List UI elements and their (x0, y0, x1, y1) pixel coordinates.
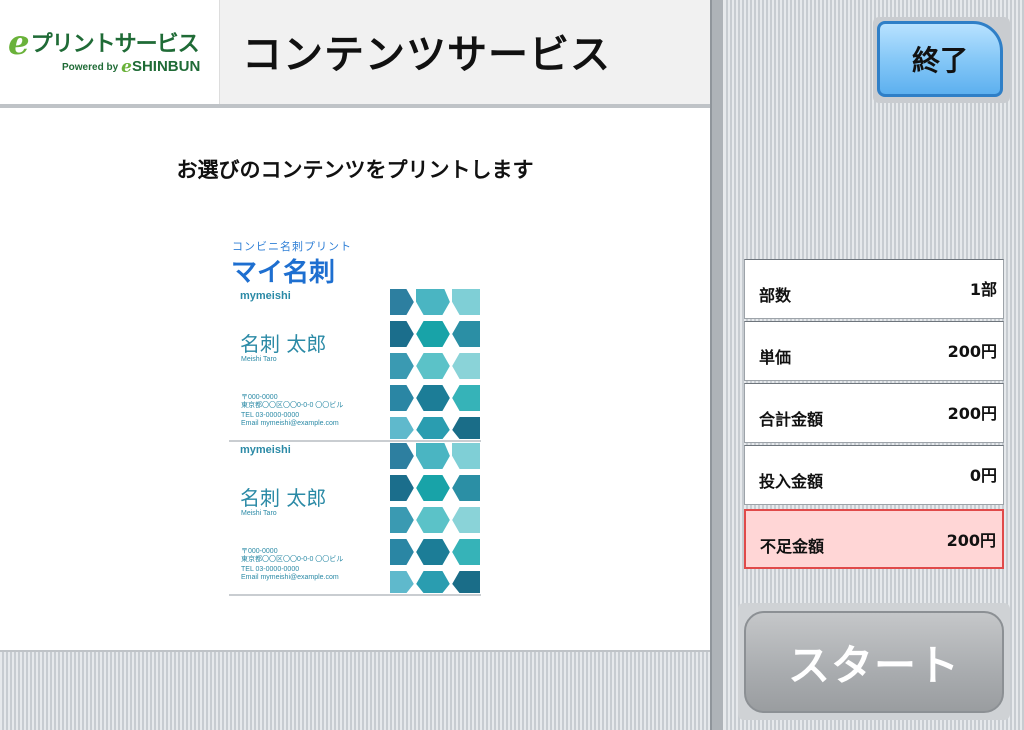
preview-title: マイ名刺 (231, 258, 336, 288)
shortage-amount-value: 200円 (946, 531, 996, 550)
card-tel: TEL 03-0000-0000 (241, 566, 300, 573)
logo-powered-by: Powered by e SHINBUN (62, 57, 201, 77)
total-amount-label: 合計金額 (759, 410, 824, 429)
card-brand: mymeishi (240, 444, 291, 456)
content-preview: コンビニ名刺プリント マイ名刺 mymeishi 名刺 太郎 Meishi Ta… (229, 238, 481, 596)
hexagon-pattern-icon (389, 442, 481, 594)
bottom-strip (0, 650, 710, 730)
card-email: Email mymeishi@example.com (241, 574, 339, 581)
end-button-frame: 終了 (873, 17, 1010, 103)
header-bar: コンテンツサービス (220, 0, 710, 104)
shortage-amount-label: 不足金額 (760, 537, 825, 556)
unit-price-row: 単価 200円 (744, 321, 1004, 381)
logo-brand: SHINBUN (131, 58, 201, 75)
card-name: 名刺 太郎 (240, 332, 327, 356)
main-content: お選びのコンテンツをプリントします コンビニ名刺プリント マイ名刺 mymeis… (0, 108, 710, 650)
card-address: 東京都〇〇区〇〇0-0-0 〇〇ビル (241, 402, 344, 409)
card-name-en: Meishi Taro (241, 510, 277, 517)
logo-e-mark-icon: e (8, 23, 30, 63)
total-amount-value: 200円 (947, 404, 997, 423)
shortage-amount-row: 不足金額 200円 (744, 509, 1004, 569)
card-tel: TEL 03-0000-0000 (241, 412, 300, 419)
unit-price-label: 単価 (759, 348, 792, 367)
logo-text: プリントサービス (30, 31, 200, 56)
page-title: コンテンツサービス (242, 32, 611, 78)
inserted-amount-value: 0円 (969, 466, 997, 485)
end-button[interactable]: 終了 (877, 21, 1003, 97)
start-button-frame: スタート (738, 603, 1010, 720)
logo: e プリントサービス Powered by e SHINBUN (0, 0, 220, 104)
copies-label: 部数 (759, 286, 792, 305)
logo-main: e プリントサービス (8, 23, 200, 63)
total-amount-row: 合計金額 200円 (744, 383, 1004, 443)
instruction-text: お選びのコンテンツをプリントします (176, 158, 534, 182)
card-brand: mymeishi (240, 290, 291, 302)
start-button[interactable]: スタート (744, 611, 1004, 713)
card-name: 名刺 太郎 (240, 486, 327, 510)
card-address: 東京都〇〇区〇〇0-0-0 〇〇ビル (241, 556, 344, 563)
card-name-en: Meishi Taro (241, 356, 277, 363)
card-email: Email mymeishi@example.com (241, 420, 339, 427)
hexagon-pattern-icon (389, 288, 481, 440)
unit-price-value: 200円 (947, 342, 997, 361)
inserted-amount-row: 投入金額 0円 (744, 445, 1004, 505)
copies-row: 部数 1部 (744, 259, 1004, 319)
business-card-preview: mymeishi 名刺 太郎 Meishi Taro 〒000-0000 東京都… (229, 442, 481, 596)
business-card-preview: mymeishi 名刺 太郎 Meishi Taro 〒000-0000 東京都… (229, 288, 481, 442)
inserted-amount-label: 投入金額 (759, 472, 824, 491)
panel-divider (710, 0, 724, 730)
right-panel: 終了 部数 1部 単価 200円 合計金額 200円 投入金額 0円 不足金額 … (724, 0, 1024, 730)
logo-powered-label: Powered by (62, 62, 119, 73)
copies-value: 1部 (969, 280, 997, 299)
logo-e-small-icon: e (121, 57, 132, 77)
